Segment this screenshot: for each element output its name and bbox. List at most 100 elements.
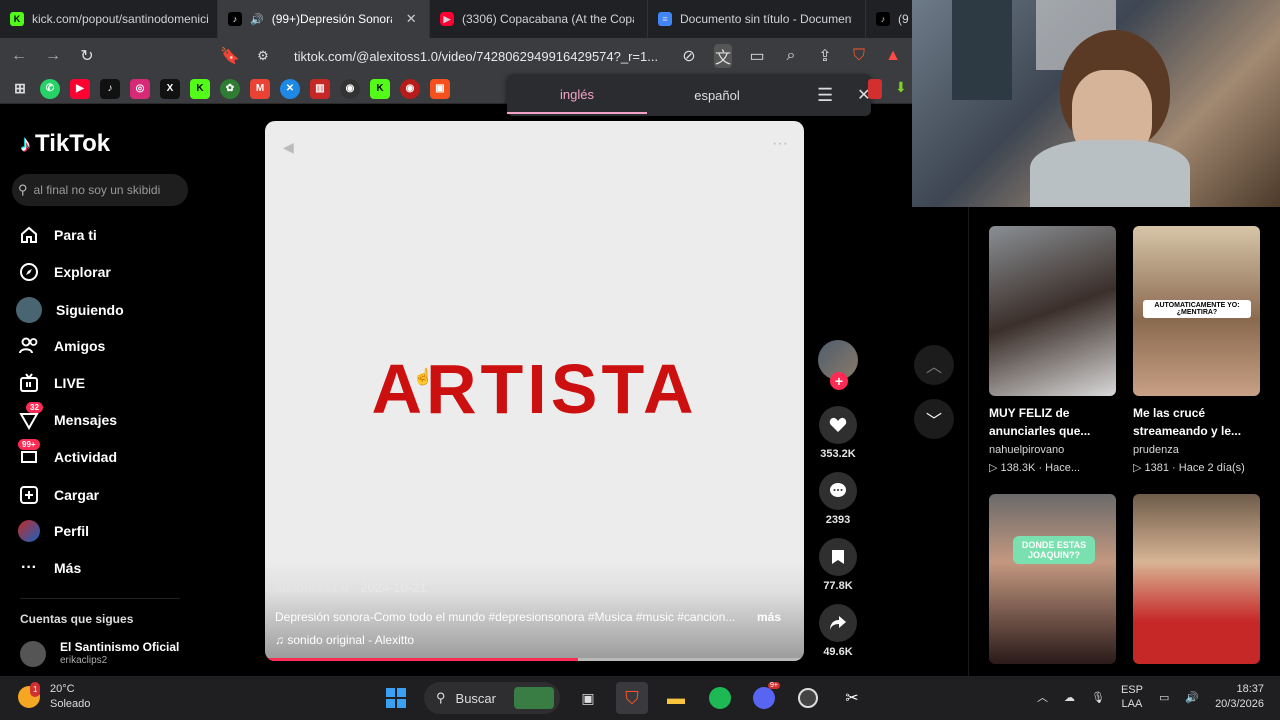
comment-button[interactable]: 2393 [818,472,858,526]
share-icon[interactable]: ⇪ [816,46,834,66]
url-field[interactable]: tiktok.com/@alexitoss1.0/video/742806294… [288,42,664,70]
cloud-icon[interactable]: ☁ [1064,691,1075,704]
share-button[interactable]: 49.6K [818,604,858,658]
site-settings-icon[interactable]: ⚙ [254,48,272,64]
bookmark-icon[interactable]: 🔖 [220,46,240,66]
github-bookmark-icon[interactable]: ◉ [340,78,360,99]
menu-item-para-ti[interactable]: Para ti [18,224,97,246]
x-bookmark-icon[interactable]: X [160,78,180,99]
task-view-icon[interactable]: ▣ [572,682,604,714]
menu-item-mas[interactable]: ··· Más [18,557,81,579]
tiktok-bookmark-icon[interactable]: ♪ [100,78,120,99]
back-icon[interactable]: ← [10,47,28,65]
menu-item-perfil[interactable]: Perfil [18,520,89,542]
chart-bookmark-icon[interactable]: ▥ [310,78,330,99]
save-button[interactable]: 77.8K [818,538,858,592]
video-sound[interactable]: ♫ sonido original - Alexitto [275,633,414,647]
clock[interactable]: 18:37 20/3/2026 [1215,682,1264,712]
tiktok-logo[interactable]: ♪ TikTok [20,130,110,158]
translate-target-tab[interactable]: español [647,78,787,113]
video-author-line[interactable]: alexitoss1.0 · 2024-10-21 [275,580,427,595]
weather-desc: Soleado [50,698,91,710]
video-player[interactable]: ◀ ··· ARTISTA ☝ alexitoss1.0 · 2024-10-2… [265,121,804,661]
apps-grid-icon[interactable]: ⊞ [10,79,30,99]
translate-source-tab[interactable]: inglés [507,77,647,114]
microphone-icon[interactable]: 🎙 [1091,691,1105,704]
file-explorer-icon[interactable]: ▬ [660,682,692,714]
menu-item-mensajes[interactable]: 32 Mensajes [18,402,117,431]
obs-icon[interactable] [792,682,824,714]
extension-icon[interactable] [868,79,882,99]
brave-shield-icon[interactable]: ⛉ [850,47,868,65]
sun-icon: 1 [18,682,41,708]
following-account[interactable]: El Santinismo Oficial erikaclips2 [20,640,179,668]
share-icon [819,604,857,642]
kick-bookmark-icon[interactable]: K [190,78,210,99]
menu-icon[interactable]: ☰ [817,85,833,106]
search-input[interactable]: ⚲ al final no soy un skibidi [12,174,188,206]
related-video-card[interactable] [1133,494,1260,664]
related-video-card[interactable]: MUY FELIZ de anunciarles que... nahuelpi… [989,226,1116,476]
no-tracking-icon[interactable]: ⊘ [680,46,698,66]
tab-kick[interactable]: K kick.com/popout/santinodomenici [0,0,218,38]
windows-start-icon[interactable] [380,682,412,714]
previous-video-button[interactable]: ︿ [914,345,954,385]
reload-icon[interactable]: ↻ [78,46,96,66]
tab-youtube[interactable]: ▶ (3306) Copacabana (At the Copa) [430,0,648,38]
taskbar-search[interactable]: ⚲ Buscar [424,682,560,714]
tab-tiktok-active[interactable]: ♪ 🔊 (99+)Depresión Sonora - C ✕ [218,0,430,38]
like-button[interactable]: 353.2K [818,406,858,460]
download-icon[interactable]: ⬇ [895,79,907,96]
friends-icon [18,335,40,357]
network-icon[interactable]: ▭ [1159,691,1169,704]
tab-tiktok-2[interactable]: ♪ (9 [866,0,912,38]
related-video-card[interactable]: AUTOMATICAMENTE YO: ¿MENTIRA? Me las cru… [1133,226,1260,476]
more-options-icon[interactable]: ··· [772,135,788,153]
gmail-bookmark-icon[interactable]: M [250,78,270,99]
volume-icon[interactable]: ◀ [283,139,294,156]
video-progress-bar[interactable] [265,658,804,661]
menu-item-cargar[interactable]: Cargar [18,484,99,506]
menu-item-explorar[interactable]: Explorar [18,261,111,283]
kick-bookmark-icon[interactable]: K [370,78,390,99]
video-author[interactable]: alexitoss1.0 [275,580,349,595]
upload-icon [18,484,40,506]
language-indicator[interactable]: ESP LAA [1121,683,1143,711]
more-icon: ··· [21,559,37,576]
menu-item-live[interactable]: LIVE [18,372,85,394]
brave-browser-icon[interactable]: ⛉ [616,682,648,714]
video-center-text: ARTISTA [371,350,698,428]
more-link[interactable]: más [757,610,781,624]
creator-avatar-button[interactable]: + [818,340,858,390]
volume-icon[interactable]: 🔊 [1185,691,1199,704]
site-bookmark-icon[interactable]: ▣ [430,78,450,99]
tab-docs[interactable]: ≡ Documento sin título - Document [648,0,866,38]
forward-icon[interactable]: → [44,47,62,65]
youtube-bookmark-icon[interactable]: ▶ [70,78,90,99]
account-handle: erikaclips2 [60,655,108,666]
close-tab-icon[interactable]: ✕ [406,11,417,27]
translate-icon[interactable]: 文 [714,44,732,68]
whatsapp-bookmark-icon[interactable]: ✆ [40,78,60,99]
discord-icon[interactable]: 9+ [748,682,780,714]
brave-rewards-icon[interactable]: ▲ [884,47,902,65]
menu-item-actividad[interactable]: 99+ Actividad [18,439,117,468]
weather-widget[interactable]: 1 20°C Soleado [18,682,90,712]
menu-item-amigos[interactable]: Amigos [18,335,105,357]
site-bookmark-icon[interactable]: ◉ [400,78,420,99]
chevron-up-icon[interactable]: ︿ [1037,689,1048,705]
spotify-icon[interactable] [704,682,736,714]
site-bookmark-icon[interactable]: ✿ [220,78,240,99]
next-video-button[interactable]: ﹀ [914,399,954,439]
capcut-icon[interactable]: ✂ [836,682,868,714]
follow-plus-icon[interactable]: + [830,372,848,390]
instagram-bookmark-icon[interactable]: ◎ [130,78,150,99]
webcam-overlay [912,0,1280,207]
related-video-card[interactable]: DONDE ESTAS JOAQUIN?? [989,494,1116,664]
search-highlight-icon [514,687,554,709]
cast-icon[interactable]: ▭ [748,46,766,66]
search-icon: ⚲ [18,182,28,197]
zoom-icon[interactable]: ⌕ [782,47,800,65]
site-bookmark-icon[interactable]: ✕ [280,78,300,99]
menu-item-siguiendo[interactable]: Siguiendo [16,297,124,323]
